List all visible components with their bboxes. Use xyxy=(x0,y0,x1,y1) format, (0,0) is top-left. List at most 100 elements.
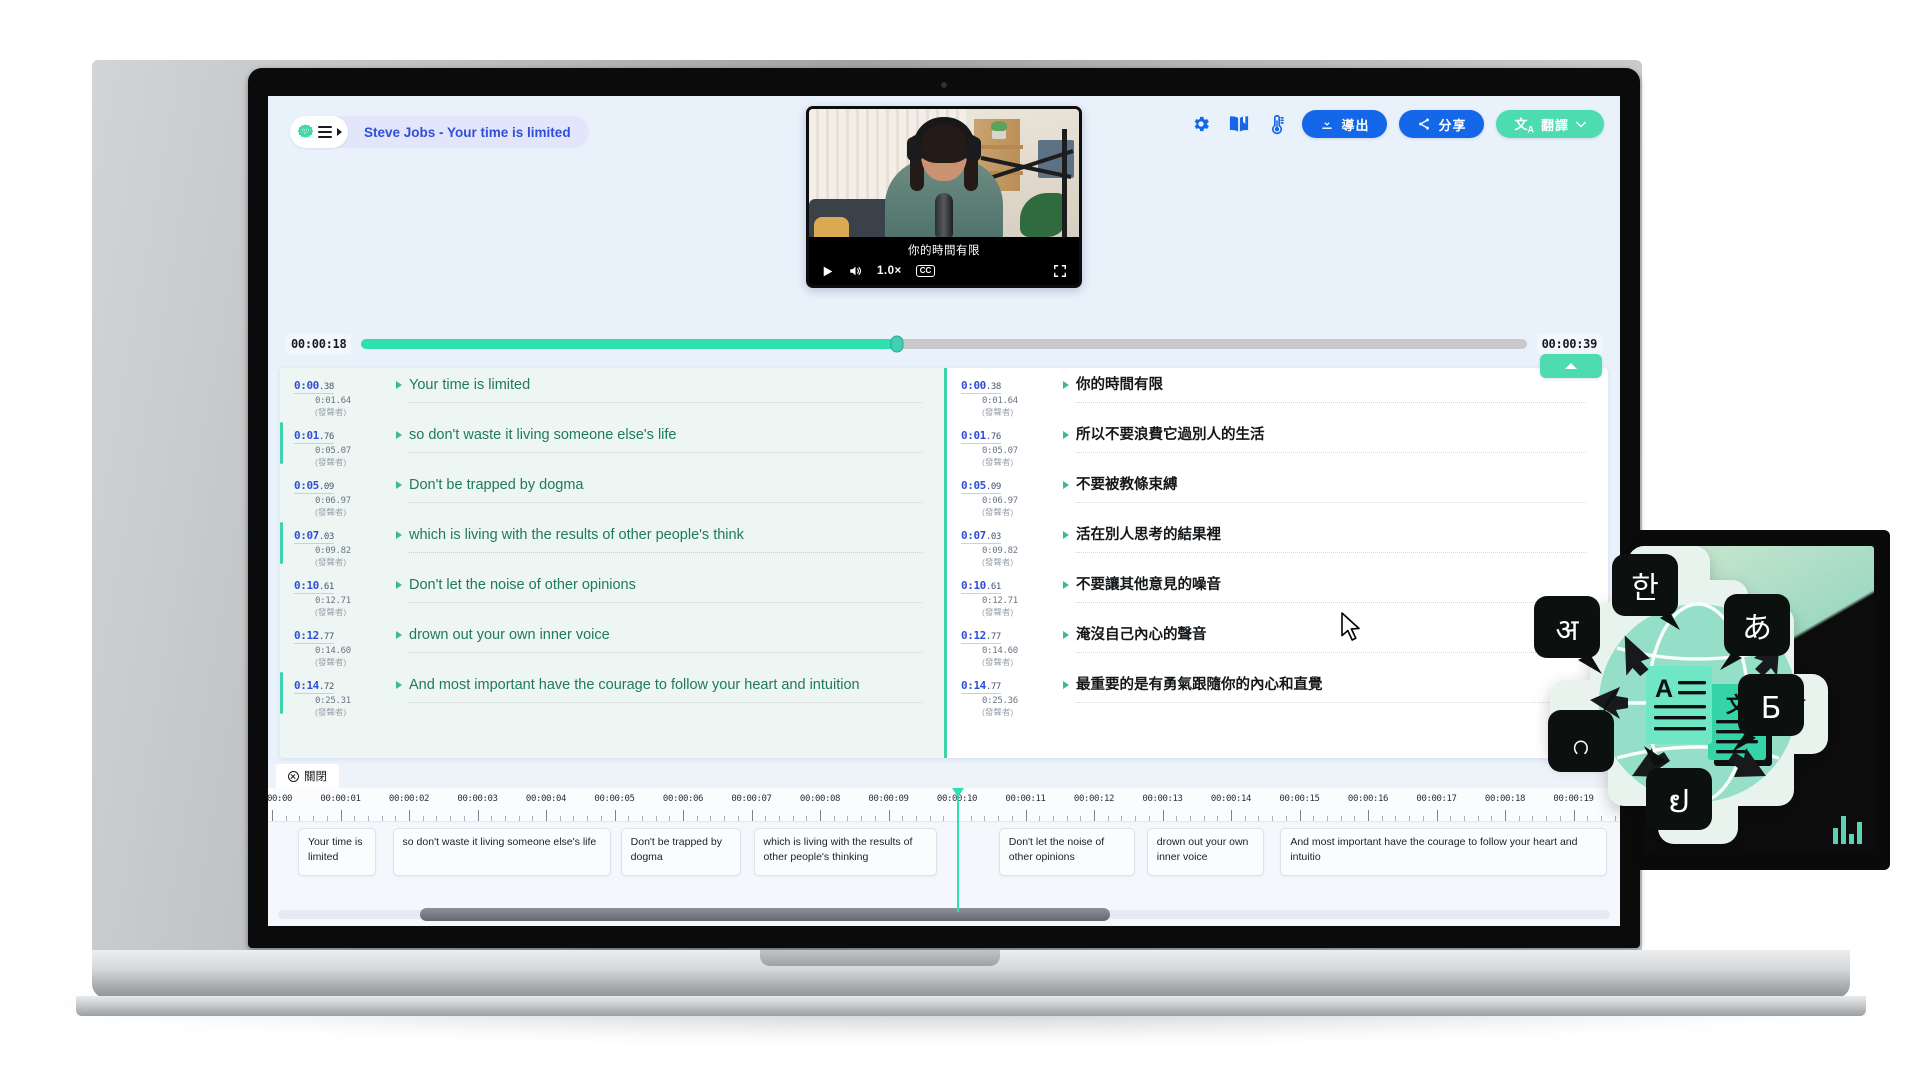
segment-start-time[interactable]: 0:10.61 xyxy=(294,579,334,594)
timeline-ruler[interactable]: 00:00:00 00:00:01 00:00:02 00:00:03 00:00:04… xyxy=(268,788,1620,822)
laptop-foot xyxy=(76,996,1866,1016)
export-button[interactable]: 導出 xyxy=(1302,110,1388,138)
project-title-chip[interactable]: Steve Jobs - Your time is limited xyxy=(290,116,589,148)
svg-text:한: 한 xyxy=(1631,571,1659,606)
gear-icon[interactable] xyxy=(1188,111,1214,137)
video-frame xyxy=(809,109,1079,237)
segment-text[interactable]: drown out your own inner voice xyxy=(409,625,922,653)
play-segment-icon[interactable] xyxy=(1063,431,1069,439)
segment-text-wrap: 最重要的是有勇氣跟隨你的內心和直覺 xyxy=(1076,675,1586,707)
ruler-tick-minor xyxy=(354,816,356,821)
target-segment-row[interactable]: 0:05.09 0:06.97 (發聲者) 不要被教條束縛 xyxy=(947,468,1608,518)
segment-start-time[interactable]: 0:01.76 xyxy=(961,429,1001,444)
play-segment-icon[interactable] xyxy=(1063,531,1069,539)
app-logo-button[interactable] xyxy=(290,116,348,148)
timeline-clip[interactable]: which is living with the results of othe… xyxy=(753,828,937,876)
target-segment-row[interactable]: 0:01.76 0:05.07 (發聲者) 所以不要浪費它過別人的生活 xyxy=(947,418,1608,468)
target-segment-row[interactable]: 0:10.61 0:12.71 (發聲者) 不要讓其他意見的噪音 xyxy=(947,568,1608,618)
source-segment-row[interactable]: 0:07.03 0:09.82 (發聲者) which is living with … xyxy=(280,518,944,568)
timeline-clip[interactable]: Your time is limited xyxy=(298,828,377,876)
segment-start-time[interactable]: 0:12.77 xyxy=(961,629,1001,644)
play-segment-icon[interactable] xyxy=(1063,381,1069,389)
segment-text[interactable]: 你的時間有限 xyxy=(1076,375,1586,403)
source-segment-row[interactable]: 0:12.77 0:14.60 (發聲者) drown out your own in… xyxy=(280,618,944,668)
play-segment-icon[interactable] xyxy=(396,381,402,389)
segment-start-time[interactable]: 0:00.38 xyxy=(294,379,334,394)
progress-handle[interactable] xyxy=(890,335,904,353)
segment-text[interactable]: which is living with the results of othe… xyxy=(409,525,922,553)
hamburger-menu-icon[interactable] xyxy=(318,125,332,139)
play-icon[interactable] xyxy=(821,265,834,278)
segment-start-time[interactable]: 0:05.09 xyxy=(961,479,1001,494)
target-segment-row[interactable]: 0:07.03 0:09.82 (發聲者) 活在別人思考的結果裡 xyxy=(947,518,1608,568)
fullscreen-icon[interactable] xyxy=(1053,264,1067,278)
segment-text[interactable]: 最重要的是有勇氣跟隨你的內心和直覺 xyxy=(1076,675,1586,703)
source-segment-row[interactable]: 0:14.72 0:25.31 (發聲者) And most important ha… xyxy=(280,668,944,718)
close-timeline-button[interactable]: 關閉 xyxy=(276,764,339,788)
source-transcript-panel[interactable]: 0:00.38 0:01.64 (發聲者) Your time is limited 0… xyxy=(280,368,944,758)
video-player[interactable]: 你的時間有限 1.0× CC xyxy=(806,106,1082,288)
play-segment-icon[interactable] xyxy=(1063,681,1069,689)
thermometer-icon[interactable] xyxy=(1264,111,1290,137)
play-segment-icon[interactable] xyxy=(396,531,402,539)
segment-text[interactable]: 不要讓其他意見的噪音 xyxy=(1076,575,1586,603)
play-segment-icon[interactable] xyxy=(1063,581,1069,589)
segment-text[interactable]: 活在別人思考的結果裡 xyxy=(1076,525,1586,553)
share-button[interactable]: 分享 xyxy=(1399,110,1485,138)
progress-track[interactable] xyxy=(361,335,1527,353)
segment-text[interactable]: Your time is limited xyxy=(409,375,922,403)
cc-toggle[interactable]: CC xyxy=(915,264,936,278)
ruler-tick-label: 00:00:08 xyxy=(799,794,841,804)
segment-text[interactable]: so don't waste it living someone else's … xyxy=(409,425,922,453)
segment-start-time[interactable]: 0:14.77 xyxy=(961,679,1001,694)
timeline-clip[interactable]: Don't be trapped by dogma xyxy=(620,828,742,876)
segment-timestamps: 0:00.38 0:01.64 (發聲者) xyxy=(961,375,1063,418)
segment-start-time[interactable]: 0:14.72 xyxy=(294,679,334,694)
play-segment-icon[interactable] xyxy=(396,581,402,589)
segment-start-time[interactable]: 0:00.38 xyxy=(961,379,1001,394)
chevron-right-icon[interactable] xyxy=(337,128,342,136)
timeline-scrollbar-thumb[interactable] xyxy=(420,908,1110,921)
timeline-scrollbar[interactable] xyxy=(268,908,1620,921)
ruler-tick-minor xyxy=(1052,816,1054,821)
segment-text[interactable]: 淹沒自己內心的聲音 xyxy=(1076,625,1586,653)
segment-start-time[interactable]: 0:12.77 xyxy=(294,629,334,644)
segment-text[interactable]: 不要被教條束縛 xyxy=(1076,475,1586,503)
play-segment-icon[interactable] xyxy=(1063,481,1069,489)
timeline-playhead[interactable] xyxy=(952,788,964,912)
segment-text-wrap: 淹沒自己內心的聲音 xyxy=(1076,625,1586,657)
segment-text[interactable]: Don't let the noise of other opinions xyxy=(409,575,922,603)
segment-start-time[interactable]: 0:10.61 xyxy=(961,579,1001,594)
segment-start-time[interactable]: 0:07.03 xyxy=(961,529,1001,544)
timeline-clips[interactable]: Your time is limited so don't waste it li… xyxy=(268,822,1620,884)
source-segment-row[interactable]: 0:00.38 0:01.64 (發聲者) Your time is limited xyxy=(280,368,944,418)
source-segment-row[interactable]: 0:05.09 0:06.97 (發聲者) Don't be trapped by d… xyxy=(280,468,944,518)
play-segment-icon[interactable] xyxy=(396,681,402,689)
timeline-clip[interactable]: Don't let the noise of other opinions xyxy=(998,828,1135,876)
ruler-tick-major xyxy=(1025,810,1027,821)
segment-start-time[interactable]: 0:05.09 xyxy=(294,479,334,494)
target-segment-row[interactable]: 0:14.77 0:25.36 (發聲者) 最重要的是有勇氣跟隨你的內心和直覺 xyxy=(947,668,1608,718)
book-icon[interactable] xyxy=(1226,111,1252,137)
translate-button[interactable]: 文A 翻譯 xyxy=(1496,110,1604,138)
segment-text[interactable]: And most important have the courage to f… xyxy=(409,675,922,703)
segment-start-time[interactable]: 0:01.76 xyxy=(294,429,334,444)
play-segment-icon[interactable] xyxy=(396,431,402,439)
playback-rate[interactable]: 1.0× xyxy=(877,265,902,277)
timeline-clip[interactable]: so don't waste it living someone else's … xyxy=(392,828,612,876)
segment-text[interactable]: Don't be trapped by dogma xyxy=(409,475,922,503)
play-segment-icon[interactable] xyxy=(1063,631,1069,639)
target-segment-row[interactable]: 0:12.77 0:14.60 (發聲者) 淹沒自己內心的聲音 xyxy=(947,618,1608,668)
play-segment-icon[interactable] xyxy=(396,481,402,489)
collapse-panel-button[interactable] xyxy=(1540,354,1602,378)
segment-text[interactable]: 所以不要浪費它過別人的生活 xyxy=(1076,425,1586,453)
play-segment-icon[interactable] xyxy=(396,631,402,639)
volume-icon[interactable] xyxy=(848,264,863,278)
target-segment-row[interactable]: 0:00.38 0:01.64 (發聲者) 你的時間有限 xyxy=(947,368,1608,418)
source-segment-row[interactable]: 0:10.61 0:12.71 (發聲者) Don't let the noise o… xyxy=(280,568,944,618)
source-segment-row[interactable]: 0:01.76 0:05.07 (發聲者) so don't waste it liv… xyxy=(280,418,944,468)
timeline-clip[interactable]: drown out your own inner voice xyxy=(1146,828,1265,876)
ruler-tick-major xyxy=(751,810,753,821)
target-transcript-panel[interactable]: 0:00.38 0:01.64 (發聲者) 你的時間有限 0:01.76 0:05.07(… xyxy=(944,368,1608,758)
segment-start-time[interactable]: 0:07.03 xyxy=(294,529,334,544)
